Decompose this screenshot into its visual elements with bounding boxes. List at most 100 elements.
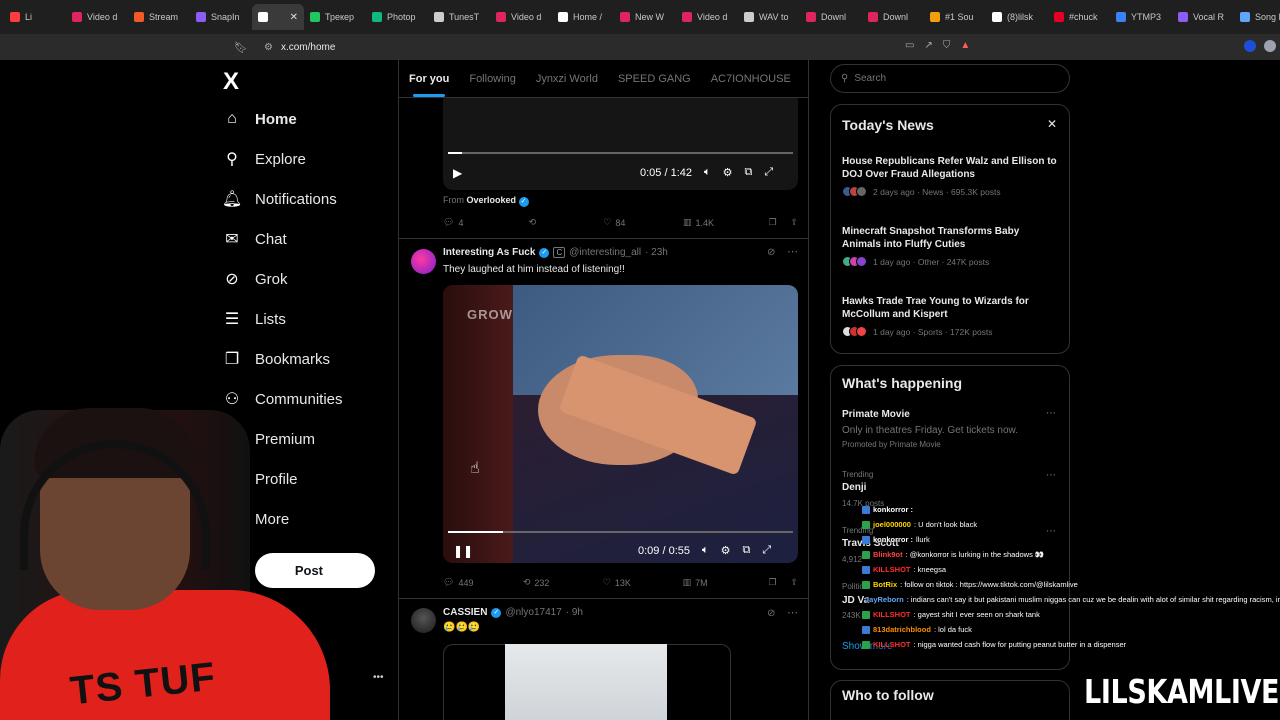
browser-tab[interactable]: Video d	[490, 4, 552, 30]
browser-tab[interactable]: Трекер	[304, 4, 366, 30]
browser-tab[interactable]: #1 Sou	[924, 4, 986, 30]
search-input[interactable]: ⚲ Search	[830, 64, 1070, 93]
nav-item-grok[interactable]: ⊘ Grok	[223, 264, 287, 294]
pip-icon[interactable]: ⧉	[744, 166, 752, 179]
browser-tab[interactable]: Downl	[800, 4, 862, 30]
feed-tab[interactable]: Jynxzi World	[526, 73, 608, 85]
browser-tab[interactable]: ✕	[252, 4, 304, 30]
account-menu-icon[interactable]: •••	[373, 672, 384, 683]
bookmark-button[interactable]: ❐	[768, 577, 790, 588]
browser-tab[interactable]: WAV to	[738, 4, 800, 30]
browser-tab[interactable]: TunesT	[428, 4, 490, 30]
share-button[interactable]: ⇪	[790, 577, 798, 588]
more-options-icon[interactable]: ⋯	[1046, 470, 1056, 481]
author-handle[interactable]: @nlyo17417	[505, 607, 561, 618]
author-name[interactable]: CASSIEN	[443, 607, 487, 618]
card-title: What's happening	[842, 375, 962, 391]
video-source[interactable]: From Overlooked ✓	[443, 195, 529, 207]
news-headline[interactable]: House Republicans Refer Walz and Ellison…	[842, 155, 1057, 181]
video-progress-bar[interactable]	[448, 152, 793, 154]
tweet-time[interactable]: · 23h	[645, 247, 668, 258]
grok-icon[interactable]: ⊘	[767, 247, 775, 258]
browser-tab[interactable]: Video d	[66, 4, 128, 30]
author-handle[interactable]: @interesting_all	[569, 247, 641, 258]
video-player-1[interactable]: ▶ 0:05 / 1:42 🔈︎ ⚙ ⧉ ⤢	[443, 98, 798, 190]
reply-button[interactable]: 💬︎ 449	[443, 577, 523, 588]
browser-tab[interactable]: #chuck	[1048, 4, 1110, 30]
browser-tab[interactable]: Vocal R	[1172, 4, 1234, 30]
nav-item-lists[interactable]: ☰ Lists	[223, 304, 286, 334]
tweet-image[interactable]	[505, 644, 667, 720]
video-progress-bar[interactable]	[448, 531, 793, 533]
avatar[interactable]	[411, 249, 436, 274]
nav-item-home[interactable]: ⌂ Home	[223, 104, 297, 134]
nav-item-bookmarks[interactable]: ❐ Bookmarks	[223, 344, 330, 374]
more-options-icon[interactable]: ⋯	[1046, 408, 1056, 419]
browser-tab[interactable]: Song K	[1234, 4, 1280, 30]
share-button[interactable]: ⇪	[790, 217, 798, 228]
browser-tab[interactable]: Video d	[676, 4, 738, 30]
extension-icon[interactable]	[1244, 40, 1256, 52]
shield-icon[interactable]: ⛉	[943, 40, 951, 51]
settings-icon[interactable]: ⚙	[721, 544, 731, 557]
trend-name[interactable]: Denji	[842, 482, 866, 493]
browser-tab[interactable]: Li	[4, 4, 66, 30]
repost-button[interactable]: ⟲ 232	[523, 577, 603, 588]
feed-tab[interactable]: SPEED GANG	[608, 73, 701, 85]
browser-tab[interactable]: Home /	[552, 4, 614, 30]
x-logo-icon[interactable]: X	[223, 68, 239, 96]
nav-item-explore[interactable]: ⚲ Explore	[223, 144, 306, 174]
play-icon[interactable]: ▶	[453, 166, 462, 180]
site-info-icon[interactable]: ⚙	[264, 42, 273, 53]
video-player-2[interactable]: GROW ❚❚ 0:09 / 0:55 🔈︎ ⚙ ⧉ ⤢	[443, 285, 798, 563]
browser-tab[interactable]: SnapIn	[190, 4, 252, 30]
more-options-icon[interactable]: ⋯	[787, 245, 798, 258]
bookmark-icon[interactable]: 🔖︎	[234, 41, 248, 54]
browser-tab[interactable]: (8)lilsk	[986, 4, 1048, 30]
trend-count: 243K	[842, 611, 861, 620]
reply-button[interactable]: 💬︎ 4	[443, 217, 529, 228]
feed-tab[interactable]: For you	[399, 73, 459, 97]
tweet-time[interactable]: · 9h	[566, 607, 583, 618]
news-headline[interactable]: Hawks Trade Trae Young to Wizards for Mc…	[842, 295, 1057, 321]
url-field[interactable]: x.com/home	[281, 42, 335, 53]
volume-icon[interactable]: 🔈︎	[704, 166, 711, 179]
views-button[interactable]: ▥ 7M	[683, 577, 769, 588]
share-icon[interactable]: ↗	[924, 40, 932, 51]
browser-tab[interactable]: Stream	[128, 4, 190, 30]
pip-icon[interactable]: ⧉	[742, 544, 750, 557]
bookmark-button[interactable]: ❐	[769, 217, 791, 228]
tab-label: TunesT	[449, 12, 480, 22]
feed-tab[interactable]: AC7IONHOUSE	[701, 73, 801, 85]
feed-tab[interactable]: Bi	[801, 73, 808, 85]
nav-item-notifications[interactable]: 🔔︎ Notifications	[222, 184, 337, 214]
profile-icon[interactable]	[1264, 40, 1276, 52]
fullscreen-icon[interactable]: ⤢	[764, 166, 773, 179]
nav-item-chat[interactable]: ✉ Chat	[223, 224, 286, 254]
like-button[interactable]: ♡ 84	[603, 217, 683, 228]
source-name[interactable]: Overlooked	[467, 195, 517, 205]
browser-tab[interactable]: YTMP3	[1110, 4, 1172, 30]
feed-tab[interactable]: Following	[459, 73, 525, 85]
author-name[interactable]: Interesting As Fuck	[443, 247, 535, 258]
chat-message: BotRix: follow on tiktok : https://www.t…	[862, 577, 1262, 592]
like-button[interactable]: ♡ 13K	[603, 577, 683, 588]
more-options-icon[interactable]: ⋯	[787, 606, 798, 619]
volume-icon[interactable]: 🔈︎	[702, 544, 709, 557]
pause-icon[interactable]: ❚❚	[453, 544, 473, 558]
close-icon[interactable]: ✕	[1047, 117, 1057, 131]
views-button[interactable]: ▥ 1.4K	[683, 217, 769, 228]
promo-title[interactable]: Primate Movie	[842, 409, 910, 420]
browser-tab[interactable]: New W	[614, 4, 676, 30]
close-tab-icon[interactable]: ✕	[290, 12, 298, 23]
alert-icon[interactable]: ▲	[960, 40, 970, 51]
grok-icon[interactable]: ⊘	[767, 608, 775, 619]
cast-icon[interactable]: ▭	[905, 40, 914, 51]
repost-button[interactable]: ⟲	[529, 217, 604, 228]
news-headline[interactable]: Minecraft Snapshot Transforms Baby Anima…	[842, 225, 1057, 251]
avatar[interactable]	[411, 608, 436, 633]
fullscreen-icon[interactable]: ⤢	[762, 544, 771, 557]
browser-tab[interactable]: Photop	[366, 4, 428, 30]
settings-icon[interactable]: ⚙	[723, 166, 733, 179]
browser-tab[interactable]: Downl	[862, 4, 924, 30]
